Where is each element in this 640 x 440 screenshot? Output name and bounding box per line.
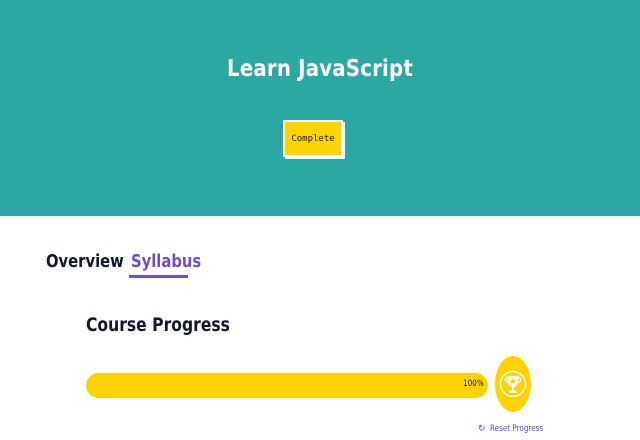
tab-syllabus[interactable]: Syllabus <box>131 251 201 272</box>
reset-progress-link[interactable]: ↻ Reset Progress <box>478 424 556 434</box>
reset-progress-label: Reset Progress <box>489 424 543 434</box>
tab-overview[interactable]: Overview <box>46 251 124 272</box>
course-progress-fill <box>86 373 488 398</box>
course-hero-banner: Learn JavaScript Complete <box>0 0 640 216</box>
trophy-icon <box>499 370 527 398</box>
course-progress-heading: Course Progress <box>86 314 230 336</box>
course-title: Learn JavaScript <box>227 56 413 82</box>
course-progress-percent: 100% <box>463 379 484 389</box>
active-tab-underline <box>129 275 188 278</box>
course-progress-bar: 100% <box>86 373 488 398</box>
refresh-icon: ↻ <box>478 424 486 434</box>
complete-button[interactable]: Complete <box>283 120 343 157</box>
trophy-badge <box>495 356 531 412</box>
